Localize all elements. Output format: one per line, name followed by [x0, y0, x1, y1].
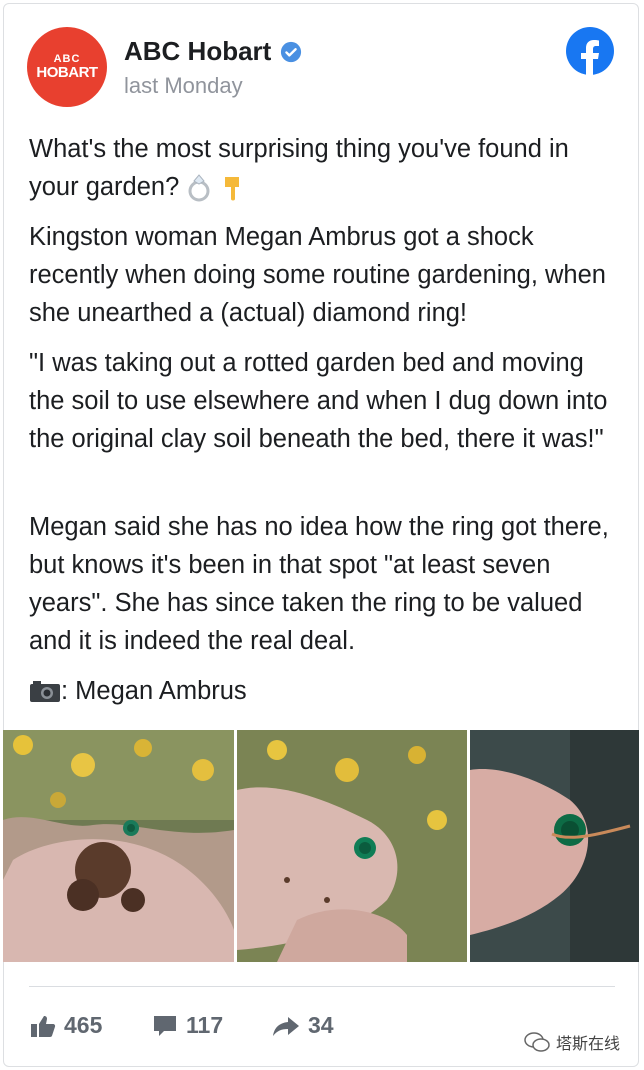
comment-count-value: 117 — [186, 1012, 224, 1038]
like-icon — [31, 1015, 56, 1037]
post-paragraph-3: "I was taking out a rotted garden bed an… — [29, 349, 608, 453]
post-photo-2[interactable] — [237, 730, 467, 962]
post-paragraph-1-text: What's the most surprising thing you've … — [29, 135, 569, 201]
avatar-logo-text: HOBART — [36, 63, 98, 81]
pointing-down-emoji-icon — [225, 177, 240, 201]
share-count-value: 34 — [308, 1012, 334, 1038]
wechat-icon — [524, 1032, 550, 1052]
avatar-logo-mark: ABC — [53, 52, 81, 65]
comment-count[interactable]: 117 — [152, 1012, 223, 1039]
post-paragraph-1: What's the most surprising thing you've … — [29, 130, 619, 206]
like-count-value: 465 — [64, 1012, 103, 1038]
facebook-logo-icon — [566, 27, 614, 75]
post-paragraph-2: Kingston woman Megan Ambrus got a shock … — [29, 223, 606, 327]
post-photo-3[interactable] — [470, 730, 639, 962]
photo-credit-text: : Megan Ambrus — [61, 677, 247, 705]
camera-emoji-icon — [30, 681, 60, 702]
ring-emoji-icon — [188, 174, 210, 202]
post-photo-1[interactable] — [3, 730, 234, 962]
post-paragraph-4: Megan said she has no idea how the ring … — [29, 513, 609, 655]
comment-icon — [154, 1015, 176, 1036]
page-avatar[interactable]: ABC HOBART — [27, 27, 107, 107]
watermark-text: 塔斯在线 — [556, 1036, 621, 1053]
page-name[interactable]: ABC Hobart — [124, 36, 271, 67]
footer-divider — [29, 986, 615, 987]
page-name-row: ABC Hobart — [124, 36, 302, 67]
post-timestamp[interactable]: last Monday — [124, 73, 243, 99]
like-count[interactable]: 465 — [30, 1012, 102, 1039]
photo-credit: : Megan Ambrus — [29, 672, 247, 710]
wechat-watermark: 塔斯在线 — [524, 1030, 620, 1054]
share-count[interactable]: 34 — [272, 1012, 334, 1039]
verified-badge-icon — [281, 41, 302, 62]
share-icon — [273, 1016, 299, 1036]
